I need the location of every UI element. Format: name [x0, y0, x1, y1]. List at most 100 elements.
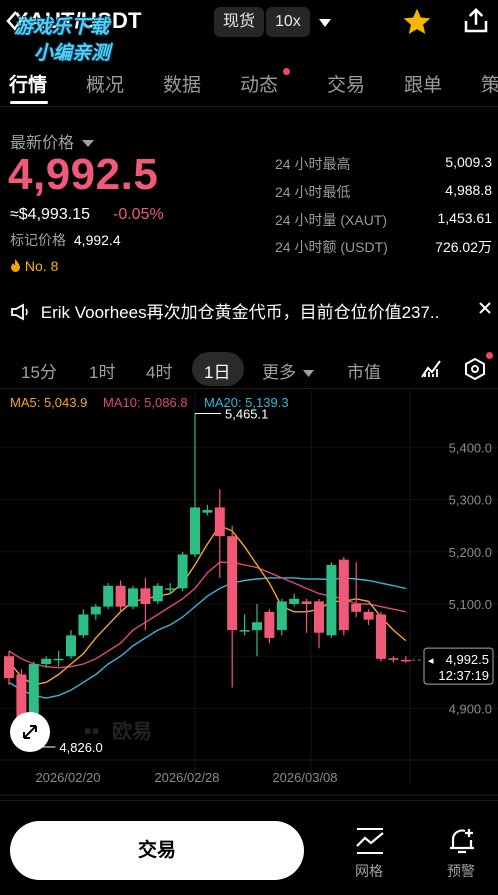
- more-intervals-label: 更多: [262, 363, 296, 382]
- divider: [0, 388, 498, 389]
- y-tick-label: 5,400.0: [449, 440, 492, 455]
- more-intervals[interactable]: 更多: [262, 358, 314, 383]
- current-price-arrow: ◂: [428, 655, 434, 667]
- y-tick-label: 5,300.0: [449, 493, 492, 508]
- favorite-star-icon[interactable]: [401, 6, 433, 43]
- price-change: -0.05%: [113, 206, 164, 223]
- hot-rank-label: No. 8: [24, 258, 59, 274]
- candle: [388, 656, 399, 663]
- candle: [264, 609, 275, 644]
- interval-1d[interactable]: 1日: [204, 358, 230, 383]
- grid-icon[interactable]: [354, 826, 386, 861]
- stat-low-label: 24 小时最低: [275, 184, 351, 200]
- watermark-text: 游戏乐下载: [14, 17, 110, 38]
- interval-4h[interactable]: 4时: [146, 358, 172, 383]
- spot-badge[interactable]: 现货: [214, 7, 265, 37]
- caret-down-icon: [302, 369, 314, 377]
- tab-market[interactable]: 行情: [9, 70, 47, 97]
- tab-strategy[interactable]: 策: [481, 70, 498, 97]
- low-price-label: 4,826.0: [59, 740, 102, 755]
- header: XAUT/USDT 游戏乐下载 小编亲测 现货 10x: [0, 0, 498, 64]
- x-tick-label: 2026/03/08: [272, 770, 337, 785]
- candle: [252, 604, 262, 657]
- caret-down-icon: [82, 139, 95, 147]
- tab-data[interactable]: 数据: [163, 70, 201, 97]
- candle: [351, 562, 362, 618]
- candle: [53, 650, 64, 667]
- news-ticker[interactable]: Erik Voorhees再次加仓黄金代币，目前仓位价值237..: [10, 298, 490, 324]
- mark-price: 标记价格 4,992.4: [10, 230, 121, 250]
- candle: [338, 557, 349, 636]
- news-text: Erik Voorhees再次加仓黄金代币，目前仓位价值237..: [40, 303, 440, 322]
- chart-zoom-button[interactable]: [10, 712, 50, 752]
- stat-turnover-label: 24 小时额 (USDT): [275, 239, 388, 255]
- alert-label[interactable]: 预警: [447, 861, 475, 881]
- current-price-value: 4,992.5: [446, 652, 489, 667]
- leverage-badge[interactable]: 10x: [266, 7, 310, 37]
- candle: [140, 577, 151, 631]
- stat-volume-value: 1,453.61: [437, 210, 493, 226]
- chart-grid: [0, 390, 498, 796]
- hot-rank[interactable]: No. 8: [10, 258, 58, 274]
- stat-high-label: 24 小时最高: [275, 156, 351, 172]
- candle: [190, 413, 200, 558]
- dropdown-triangle-icon[interactable]: [318, 15, 332, 33]
- mark-price-label: 标记价格: [10, 232, 66, 248]
- y-tick-label: 4,900.0: [449, 701, 492, 716]
- candle: [363, 609, 374, 625]
- candle: [289, 593, 300, 607]
- candle: [152, 583, 163, 605]
- settings-hexagon-icon[interactable]: [463, 357, 487, 386]
- tab-feed[interactable]: 动态: [240, 70, 278, 97]
- stat-high-value: 5,009.3: [445, 154, 492, 170]
- exchange-watermark-text: 欧易: [112, 719, 152, 743]
- tab-trade[interactable]: 交易: [327, 70, 365, 97]
- candle: [90, 604, 101, 620]
- tab-bar: 行情 概况 数据 动态 交易 跟单 策: [0, 64, 498, 104]
- chart-annotations: 5,465.1 4,826.0 4,992.5 ◂ 12:37:19: [33, 406, 494, 755]
- candle-countdown: 12:37:19: [438, 668, 489, 683]
- interval-1h[interactable]: 1时: [89, 358, 115, 383]
- candlestick-chart[interactable]: ▪▪ 欧易 5,400.05,300.05,200.05,100.05,000.…: [0, 390, 498, 800]
- candle: [376, 611, 386, 662]
- megaphone-icon: [11, 303, 28, 321]
- divider: [0, 106, 498, 107]
- candle: [78, 609, 89, 638]
- tab-active-indicator: [10, 101, 48, 104]
- indicator-chart-icon[interactable]: [420, 357, 442, 384]
- expand-arrows-icon: [23, 725, 37, 739]
- candle: [227, 525, 238, 688]
- stat-volume-label: 24 小时量 (XAUT): [275, 212, 388, 228]
- share-icon[interactable]: [461, 6, 491, 41]
- market-cap-toggle[interactable]: 市值: [347, 358, 381, 383]
- fire-icon: [11, 259, 20, 272]
- y-tick-label: 5,200.0: [449, 545, 492, 560]
- mark-price-value: 4,992.4: [73, 232, 121, 248]
- candles: [4, 413, 411, 748]
- x-axis: 2026/02/20 2026/02/28 2026/03/08: [35, 770, 337, 785]
- candle: [128, 585, 138, 610]
- stat-low-value: 4,988.8: [445, 182, 492, 198]
- candle: [115, 580, 126, 612]
- last-price: 4,992.5: [8, 150, 159, 199]
- close-icon[interactable]: [478, 301, 492, 320]
- candle: [165, 583, 176, 594]
- x-tick-label: 2026/02/20: [35, 770, 100, 785]
- candle: [314, 598, 324, 649]
- candle: [103, 583, 114, 610]
- candle: [177, 551, 188, 591]
- tab-overview[interactable]: 概况: [86, 70, 124, 97]
- candle: [202, 504, 213, 516]
- alert-bell-icon[interactable]: [447, 826, 477, 861]
- candle: [239, 614, 250, 636]
- candle: [301, 598, 312, 633]
- trade-button[interactable]: 交易: [10, 821, 304, 880]
- interval-15m[interactable]: 15分: [21, 358, 57, 383]
- watermark-subtext: 小编亲测: [34, 43, 111, 64]
- tab-copy-trade[interactable]: 跟单: [404, 70, 442, 97]
- candle: [400, 656, 411, 663]
- grid-label[interactable]: 网格: [355, 861, 383, 881]
- candle: [66, 630, 76, 659]
- y-tick-label: 5,100.0: [449, 597, 492, 612]
- high-price-label: 5,465.1: [225, 406, 268, 421]
